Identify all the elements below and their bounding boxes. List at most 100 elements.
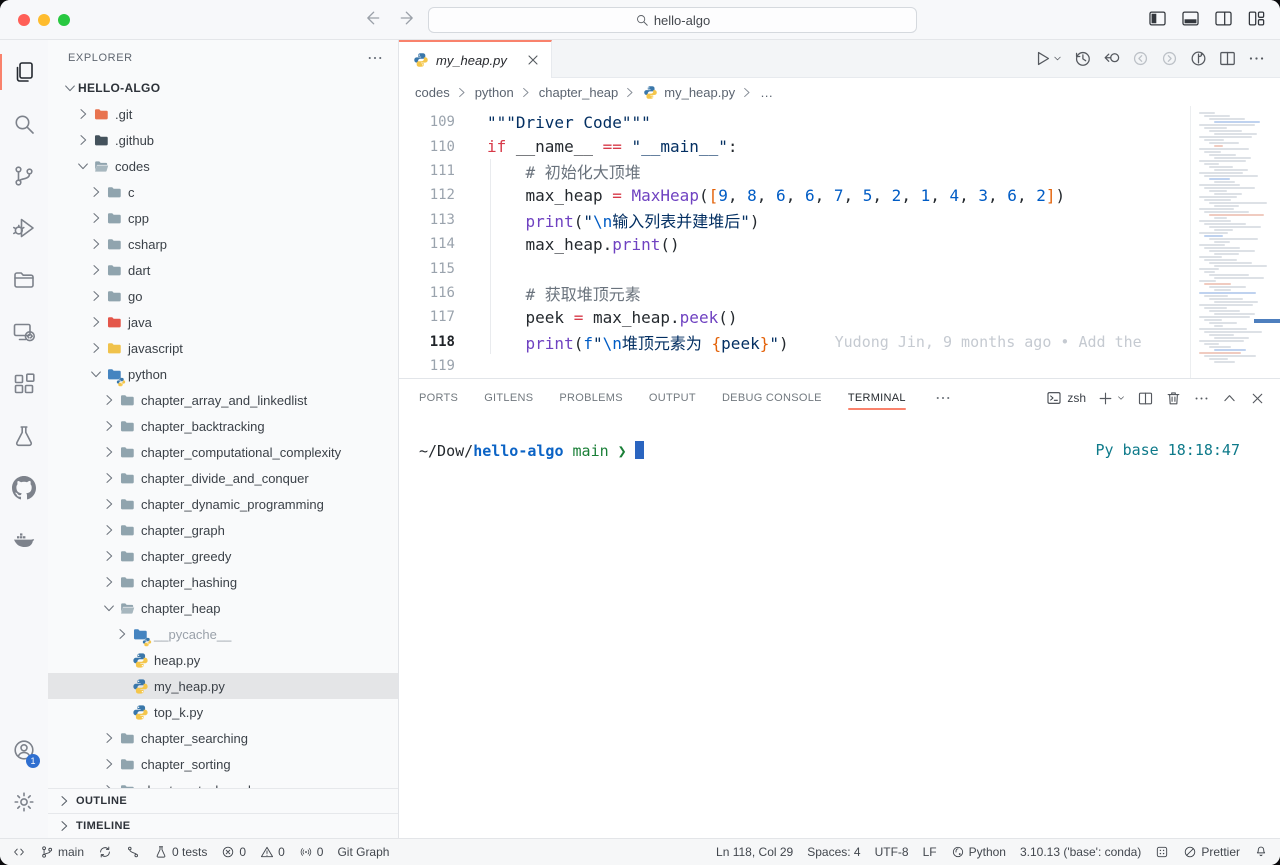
tree-item-dart[interactable]: dart: [48, 257, 398, 283]
tree-item-java[interactable]: java: [48, 309, 398, 335]
tree-item-top-k-py[interactable]: top_k.py: [48, 699, 398, 725]
split-terminal-icon[interactable]: [1137, 390, 1154, 407]
panel-tab-terminal[interactable]: TERMINAL: [848, 379, 906, 417]
open-changes-button[interactable]: [1102, 49, 1121, 68]
panel-tab-gitlens[interactable]: GITLENS: [484, 379, 533, 417]
activity-bar-item-remote-explorer[interactable]: [0, 306, 48, 358]
tree-item-cpp[interactable]: cpp: [48, 205, 398, 231]
tree-item-chapter-graph[interactable]: chapter_graph: [48, 517, 398, 543]
activity-bar-item-docker[interactable]: [0, 514, 48, 566]
more-actions-button[interactable]: [1247, 49, 1266, 68]
code-line-110[interactable]: 110if __name__ == "__main__":: [399, 134, 1280, 158]
tree-item-chapter-sorting[interactable]: chapter_sorting: [48, 751, 398, 777]
kill-terminal-icon[interactable]: [1165, 390, 1182, 407]
toggle-panel-icon[interactable]: [1181, 9, 1200, 28]
panel-tabs-more-icon[interactable]: [934, 389, 952, 407]
activity-bar-item-extensions[interactable]: [0, 358, 48, 410]
activity-bar-item-source-control[interactable]: [0, 150, 48, 202]
zoom-window-button[interactable]: [58, 14, 70, 26]
sync-button[interactable]: [98, 845, 112, 859]
terminal-shell-selector[interactable]: zsh: [1046, 390, 1086, 406]
python-interpreter[interactable]: 3.10.13 ('base': conda): [1020, 845, 1141, 859]
notifications-bell[interactable]: [1254, 845, 1268, 859]
activity-bar-item-accounts[interactable]: 1: [0, 724, 48, 776]
tree-item-c[interactable]: c: [48, 179, 398, 205]
tree-item-chapter-stack-and-queue[interactable]: chapter_stack_and_queue: [48, 777, 398, 788]
tree-item-chapter-array-and-linkedlist[interactable]: chapter_array_and_linkedlist: [48, 387, 398, 413]
extension-button[interactable]: [1155, 845, 1169, 859]
breadcrumb-item[interactable]: codes: [415, 85, 450, 100]
branch-indicator[interactable]: main: [40, 845, 84, 859]
run-dropdown-icon[interactable]: [1052, 53, 1063, 64]
tree-item-go[interactable]: go: [48, 283, 398, 309]
prettier-status[interactable]: Prettier: [1183, 845, 1240, 859]
tree-item-chapter-hashing[interactable]: chapter_hashing: [48, 569, 398, 595]
tree-item-python[interactable]: python: [48, 361, 398, 387]
sidebar-section-outline[interactable]: OUTLINE: [48, 788, 398, 813]
activity-bar-item-folder-view[interactable]: [0, 254, 48, 306]
activity-bar-item-settings[interactable]: [0, 776, 48, 828]
customize-layout-icon[interactable]: [1247, 9, 1266, 28]
tree-item-chapter-backtracking[interactable]: chapter_backtracking: [48, 413, 398, 439]
new-terminal-icon[interactable]: [1097, 390, 1114, 407]
sidebar-section-timeline[interactable]: TIMELINE: [48, 813, 398, 838]
tree-item-chapter-greedy[interactable]: chapter_greedy: [48, 543, 398, 569]
tests-indicator[interactable]: 0 tests: [154, 845, 207, 859]
code-line-115[interactable]: 115: [399, 256, 1280, 280]
minimap[interactable]: [1190, 106, 1268, 378]
toggle-sidebar-icon[interactable]: [1148, 9, 1167, 28]
activity-bar-item-search[interactable]: [0, 98, 48, 150]
panel-more-actions-icon[interactable]: [1193, 390, 1210, 407]
tree-item-javascript[interactable]: javascript: [48, 335, 398, 361]
tree-item-codes[interactable]: codes: [48, 153, 398, 179]
breadcrumb-item[interactable]: …: [760, 85, 773, 100]
split-editor-button[interactable]: [1218, 49, 1237, 68]
code-line-109[interactable]: 109"""Driver Code""": [399, 110, 1280, 134]
code-editor[interactable]: 109"""Driver Code"""110if __name__ == "_…: [399, 106, 1280, 378]
cursor-position[interactable]: Ln 118, Col 29: [716, 845, 793, 859]
tree-item-chapter-heap[interactable]: chapter_heap: [48, 595, 398, 621]
code-line-117[interactable]: 117 peek = max_heap.peek(): [399, 305, 1280, 329]
close-panel-icon[interactable]: [1249, 390, 1266, 407]
tree-item-chapter-dynamic-programming[interactable]: chapter_dynamic_programming: [48, 491, 398, 517]
nav-forward-icon[interactable]: [398, 8, 418, 28]
toggle-secondary-sidebar-icon[interactable]: [1214, 9, 1233, 28]
tab-my-heap-py[interactable]: my_heap.py: [399, 40, 552, 78]
warnings-indicator[interactable]: 0: [260, 845, 285, 859]
code-line-118[interactable]: 118 print(f"\n堆顶元素为 {peek}")Yudong Jin, …: [399, 330, 1280, 354]
tree-item--git[interactable]: .git: [48, 101, 398, 127]
encoding[interactable]: UTF-8: [875, 845, 909, 859]
code-line-112[interactable]: 112 max_heap = MaxHeap([9, 8, 6, 6, 7, 5…: [399, 183, 1280, 207]
commit-graph-button[interactable]: [1189, 49, 1208, 68]
tab-close-icon[interactable]: [525, 52, 541, 68]
tree-item-heap-py[interactable]: heap.py: [48, 647, 398, 673]
code-line-111[interactable]: 111 # 初始化大顶堆: [399, 159, 1280, 183]
tree-item-chapter-computational-complexity[interactable]: chapter_computational_complexity: [48, 439, 398, 465]
breadcrumb-item[interactable]: my_heap.py: [664, 85, 735, 100]
tree-root-hello-algo[interactable]: HELLO-ALGO: [48, 75, 398, 101]
panel-tab-output[interactable]: OUTPUT: [649, 379, 696, 417]
nav-back-icon[interactable]: [362, 8, 382, 28]
breadcrumb-item[interactable]: python: [475, 85, 514, 100]
tree-item--pycache-[interactable]: __pycache__: [48, 621, 398, 647]
eol[interactable]: LF: [923, 845, 937, 859]
run-button[interactable]: [1033, 49, 1052, 68]
new-terminal-dropdown-icon[interactable]: [1116, 393, 1126, 403]
gitlens-button[interactable]: [126, 845, 140, 859]
activity-bar-item-github[interactable]: [0, 462, 48, 514]
activity-bar-item-run-debug[interactable]: [0, 202, 48, 254]
tree-item-my-heap-py[interactable]: my_heap.py: [48, 673, 398, 699]
tree-item--github[interactable]: .github: [48, 127, 398, 153]
explorer-more-actions-icon[interactable]: [366, 49, 384, 67]
minimize-window-button[interactable]: [38, 14, 50, 26]
code-line-114[interactable]: 114 max_heap.print(): [399, 232, 1280, 256]
terminal[interactable]: ~/Dow/hello-algo main ❯ Py base 18:18:47: [399, 417, 1280, 838]
indentation[interactable]: Spaces: 4: [807, 845, 860, 859]
panel-tab-problems[interactable]: PROBLEMS: [559, 379, 623, 417]
tree-item-chapter-divide-and-conquer[interactable]: chapter_divide_and_conquer: [48, 465, 398, 491]
file-history-button[interactable]: [1073, 49, 1092, 68]
maximize-panel-icon[interactable]: [1221, 390, 1238, 407]
language-mode[interactable]: Python: [951, 845, 1006, 859]
breadcrumb-item[interactable]: chapter_heap: [539, 85, 619, 100]
tree-item-chapter-searching[interactable]: chapter_searching: [48, 725, 398, 751]
